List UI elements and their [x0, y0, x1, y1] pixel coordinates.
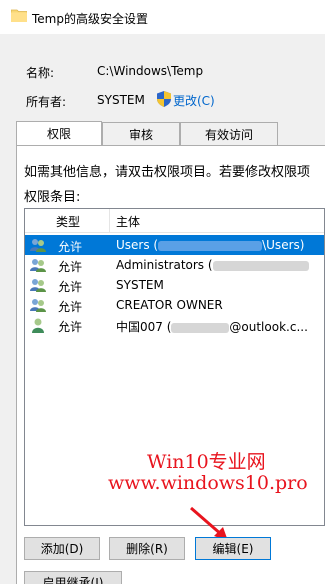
row-principal: 中国007 (@outlook.c...: [116, 320, 308, 334]
table-row[interactable]: 允许 Users (\Users): [25, 235, 324, 255]
folder-icon: [11, 9, 27, 22]
user-icon: [32, 318, 44, 333]
users-group-icon: [30, 299, 46, 312]
row-type: 允许: [58, 320, 83, 334]
users-group-icon: [30, 239, 46, 252]
edit-button[interactable]: 编辑(E): [195, 537, 271, 560]
add-button[interactable]: 添加(D): [24, 537, 100, 560]
table-row[interactable]: 允许 SYSTEM: [25, 275, 324, 295]
column-principal[interactable]: 主体: [116, 209, 140, 233]
row-principal: Administrators (: [116, 258, 309, 272]
tab-permissions[interactable]: 权限: [16, 121, 102, 145]
list-header: 类型 主体: [25, 209, 324, 233]
row-type: 允许: [58, 260, 83, 274]
row-principal: CREATOR OWNER: [116, 298, 223, 312]
table-row[interactable]: 允许 Administrators (: [25, 255, 324, 275]
row-type: 允许: [58, 240, 83, 254]
enable-inheritance-button[interactable]: 启用继承(I): [24, 571, 122, 584]
tab-effective-access[interactable]: 有效访问: [180, 122, 278, 145]
remove-button[interactable]: 删除(R): [109, 537, 185, 560]
table-row[interactable]: 允许 中国007 (@outlook.c...: [25, 315, 324, 335]
owner-label: 所有者:: [26, 95, 67, 109]
title-bar: Temp的高级安全设置: [0, 0, 325, 34]
permission-entries-label: 权限条目:: [24, 190, 81, 205]
users-group-icon: [30, 259, 46, 272]
window-border: [0, 34, 4, 584]
row-principal: SYSTEM: [116, 278, 164, 292]
column-separator[interactable]: [109, 209, 110, 233]
users-group-icon: [30, 279, 46, 292]
window-title: Temp的高级安全设置: [32, 12, 148, 26]
row-type: 允许: [58, 280, 83, 294]
column-type[interactable]: 类型: [56, 209, 80, 233]
table-row[interactable]: 允许 CREATOR OWNER: [25, 295, 324, 315]
change-owner-link[interactable]: 更改(C): [173, 92, 215, 109]
watermark-title: Win10专业网: [147, 451, 266, 473]
owner-value: SYSTEM: [97, 93, 145, 107]
tab-auditing[interactable]: 审核: [102, 122, 180, 145]
row-principal: Users (\Users): [116, 238, 305, 252]
row-type: 允许: [58, 300, 83, 314]
watermark-url: www.windows10.pro: [108, 472, 308, 494]
info-text: 如需其他信息，请双击权限项目。若要修改权限项: [24, 165, 311, 180]
uac-shield-icon: [157, 91, 171, 107]
name-label: 名称:: [26, 66, 55, 80]
name-value: C:\Windows\Temp: [97, 64, 204, 78]
